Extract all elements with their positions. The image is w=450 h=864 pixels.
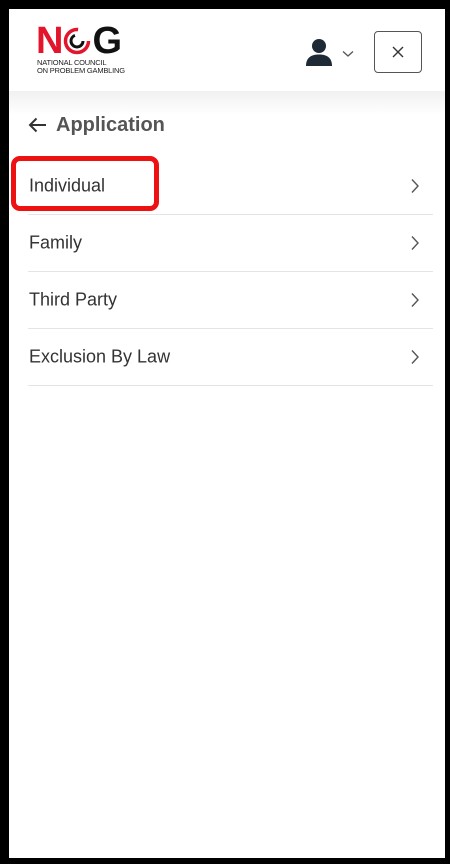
chevron-right-icon <box>411 236 419 250</box>
ncpg-logo[interactable]: NG NATIONAL COUNCIL ON PROBLEM GAMBLING <box>36 22 140 80</box>
arrow-left-icon <box>28 117 46 133</box>
close-button[interactable] <box>374 31 422 73</box>
close-icon <box>392 46 404 58</box>
back-button[interactable]: Application <box>28 107 165 143</box>
menu-item-family[interactable]: Family <box>28 215 433 272</box>
user-icon <box>306 39 332 66</box>
logo-letter-g: G <box>92 20 122 62</box>
logo-subtitle-line2: ON PROBLEM GAMBLING <box>37 66 125 75</box>
user-menu-button[interactable] <box>304 37 356 69</box>
logo-letter-n: N <box>36 20 63 62</box>
menu-item-label: Family <box>29 232 82 253</box>
page-title: Application <box>56 113 165 136</box>
chevron-right-icon <box>411 293 419 307</box>
logo-letter-c <box>62 20 92 62</box>
menu-item-label: Third Party <box>29 289 118 310</box>
logo-c-swirl-icon <box>64 27 91 55</box>
chevron-right-icon <box>411 179 419 193</box>
app-frame: NG NATIONAL COUNCIL ON PROBLEM GAMBLING <box>0 0 450 864</box>
menu-item-third-party[interactable]: Third Party <box>28 272 433 329</box>
menu-item-exclusion-by-law[interactable]: Exclusion By Law <box>28 329 433 386</box>
chevron-down-icon <box>342 51 354 57</box>
logo-subtitle: NATIONAL COUNCIL ON PROBLEM GAMBLING <box>37 59 125 75</box>
application-menu: Individual Family Third Party Exclusion … <box>28 158 433 386</box>
menu-item-label: Individual <box>29 175 106 196</box>
chevron-right-icon <box>411 350 419 364</box>
header: NG NATIONAL COUNCIL ON PROBLEM GAMBLING <box>9 9 445 91</box>
menu-item-label: Exclusion By Law <box>29 346 171 367</box>
menu-item-individual[interactable]: Individual <box>28 158 433 215</box>
logo-wordmark: NG <box>36 22 122 60</box>
